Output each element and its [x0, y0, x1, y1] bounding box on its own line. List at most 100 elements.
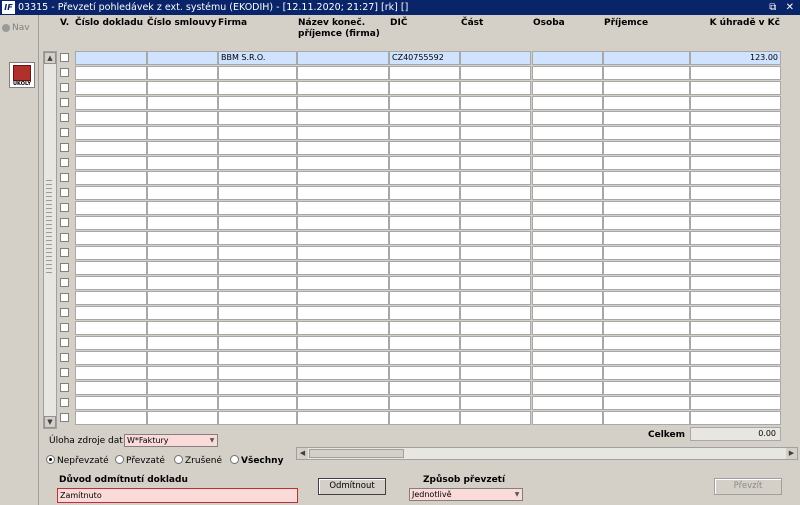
- row-checkbox[interactable]: [60, 353, 69, 362]
- table-cell[interactable]: [75, 336, 147, 350]
- table-cell[interactable]: [147, 411, 218, 425]
- table-cell[interactable]: [690, 66, 781, 80]
- table-cell[interactable]: BBM S.R.O.: [218, 51, 297, 65]
- table-cell[interactable]: [297, 111, 389, 125]
- row-checkbox[interactable]: [60, 53, 69, 62]
- table-cell[interactable]: [147, 351, 218, 365]
- table-cell[interactable]: [75, 261, 147, 275]
- table-cell[interactable]: [460, 411, 531, 425]
- row-checkbox[interactable]: [60, 173, 69, 182]
- table-cell[interactable]: [690, 381, 781, 395]
- table-cell[interactable]: [532, 51, 603, 65]
- table-cell[interactable]: [690, 306, 781, 320]
- table-cell[interactable]: [389, 216, 460, 230]
- table-cell[interactable]: [690, 246, 781, 260]
- row-checkbox[interactable]: [60, 218, 69, 227]
- source-task-select[interactable]: W*Faktury ▼: [124, 434, 218, 447]
- table-cell[interactable]: [218, 366, 297, 380]
- table-cell[interactable]: [75, 246, 147, 260]
- table-cell[interactable]: [460, 156, 531, 170]
- table-cell[interactable]: [690, 366, 781, 380]
- table-cell[interactable]: [603, 321, 690, 335]
- table-cell[interactable]: [460, 261, 531, 275]
- table-cell[interactable]: [297, 201, 389, 215]
- table-cell[interactable]: [147, 246, 218, 260]
- table-cell[interactable]: [460, 381, 531, 395]
- scroll-thumb[interactable]: [309, 449, 404, 458]
- table-cell[interactable]: [460, 171, 531, 185]
- table-cell[interactable]: [218, 351, 297, 365]
- table-cell[interactable]: [297, 291, 389, 305]
- table-cell[interactable]: [532, 171, 603, 185]
- table-cell[interactable]: [603, 351, 690, 365]
- row-checkbox[interactable]: [60, 413, 69, 422]
- table-cell[interactable]: [532, 366, 603, 380]
- table-cell[interactable]: [297, 366, 389, 380]
- table-cell[interactable]: [297, 411, 389, 425]
- row-checkbox[interactable]: [60, 128, 69, 137]
- row-checkbox[interactable]: [60, 383, 69, 392]
- table-cell[interactable]: [603, 396, 690, 410]
- table-cell[interactable]: [532, 411, 603, 425]
- table-cell[interactable]: [389, 306, 460, 320]
- table-cell[interactable]: [389, 186, 460, 200]
- table-cell[interactable]: [532, 276, 603, 290]
- table-cell[interactable]: [218, 291, 297, 305]
- table-cell[interactable]: [147, 156, 218, 170]
- table-cell[interactable]: [389, 126, 460, 140]
- row-checkbox[interactable]: [60, 398, 69, 407]
- table-cell[interactable]: [75, 276, 147, 290]
- table-cell[interactable]: [389, 66, 460, 80]
- table-cell[interactable]: [460, 66, 531, 80]
- row-checkbox[interactable]: [60, 83, 69, 92]
- table-cell[interactable]: [75, 366, 147, 380]
- table-cell[interactable]: [532, 231, 603, 245]
- row-checkbox[interactable]: [60, 113, 69, 122]
- row-checkbox[interactable]: [60, 143, 69, 152]
- table-cell[interactable]: [297, 81, 389, 95]
- table-cell[interactable]: [147, 66, 218, 80]
- table-cell[interactable]: [460, 336, 531, 350]
- table-cell[interactable]: [297, 66, 389, 80]
- table-cell[interactable]: [218, 126, 297, 140]
- row-checkbox[interactable]: [60, 263, 69, 272]
- table-cell[interactable]: [75, 141, 147, 155]
- table-cell[interactable]: [603, 81, 690, 95]
- table-cell[interactable]: [147, 306, 218, 320]
- table-cell[interactable]: [532, 306, 603, 320]
- table-cell[interactable]: [218, 111, 297, 125]
- table-cell[interactable]: [603, 201, 690, 215]
- table-cell[interactable]: [532, 396, 603, 410]
- table-cell[interactable]: [147, 126, 218, 140]
- table-cell[interactable]: [603, 276, 690, 290]
- table-cell[interactable]: [389, 321, 460, 335]
- table-cell[interactable]: [389, 246, 460, 260]
- table-cell[interactable]: [603, 111, 690, 125]
- table-cell[interactable]: [389, 96, 460, 110]
- table-cell[interactable]: [460, 216, 531, 230]
- table-cell[interactable]: [690, 171, 781, 185]
- table-cell[interactable]: [389, 366, 460, 380]
- table-cell[interactable]: [147, 111, 218, 125]
- table-cell[interactable]: [603, 126, 690, 140]
- table-cell[interactable]: [532, 186, 603, 200]
- table-cell[interactable]: [147, 261, 218, 275]
- table-cell[interactable]: [147, 321, 218, 335]
- table-cell[interactable]: [75, 171, 147, 185]
- table-cell[interactable]: [218, 156, 297, 170]
- table-cell[interactable]: [690, 321, 781, 335]
- table-cell[interactable]: [532, 81, 603, 95]
- table-cell[interactable]: [532, 96, 603, 110]
- nav-button[interactable]: Nav: [2, 23, 30, 33]
- table-cell[interactable]: [603, 156, 690, 170]
- table-cell[interactable]: [147, 201, 218, 215]
- table-cell[interactable]: [218, 276, 297, 290]
- table-cell[interactable]: [460, 366, 531, 380]
- table-cell[interactable]: [297, 141, 389, 155]
- table-cell[interactable]: [147, 366, 218, 380]
- row-checkbox[interactable]: [60, 308, 69, 317]
- table-cell[interactable]: [532, 156, 603, 170]
- table-cell[interactable]: [690, 336, 781, 350]
- table-cell[interactable]: [603, 231, 690, 245]
- table-cell[interactable]: [690, 276, 781, 290]
